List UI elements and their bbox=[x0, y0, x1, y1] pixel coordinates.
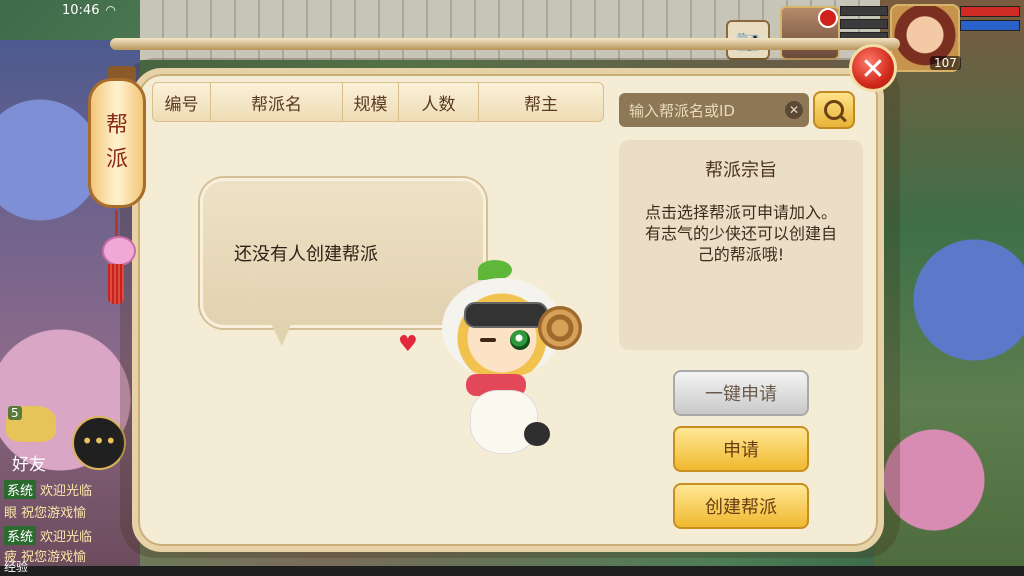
heart-icon: ♥ bbox=[398, 332, 418, 357]
chat-text: 欢迎光临 bbox=[40, 530, 93, 545]
chat-line: 眼 祝您游戏愉 bbox=[4, 502, 86, 521]
status-bar: 10:46 ◠ bbox=[0, 0, 180, 20]
lantern-tassel bbox=[98, 210, 136, 306]
speech-bubble-tail bbox=[270, 322, 292, 346]
chat-text: 欢迎光临 bbox=[40, 484, 93, 499]
col-header-members: 人数 bbox=[399, 83, 479, 121]
lantern-char: 派 bbox=[105, 147, 128, 172]
chat-line: 系统 欢迎光临 bbox=[4, 480, 92, 499]
apply-label: 申请 bbox=[723, 440, 759, 461]
search-button[interactable] bbox=[813, 91, 855, 129]
hp-bar bbox=[960, 6, 1020, 17]
emote-badge: 5 bbox=[8, 406, 22, 420]
search-input[interactable] bbox=[627, 93, 781, 129]
empty-message: 还没有人创建帮派 bbox=[234, 244, 378, 265]
one-key-apply-label: 一键申请 bbox=[705, 384, 777, 405]
clear-icon[interactable]: ✕ bbox=[785, 101, 803, 119]
guild-purpose-title: 帮派宗旨 bbox=[705, 160, 777, 181]
close-icon: ✕ bbox=[860, 52, 886, 87]
col-header-id: 编号 bbox=[153, 83, 211, 121]
chat-tag: 系统 bbox=[4, 480, 37, 499]
panel-top-rail bbox=[110, 38, 900, 50]
player-level: 107 bbox=[930, 56, 961, 70]
mp-bar bbox=[960, 20, 1020, 31]
create-guild-label: 创建帮派 bbox=[705, 497, 777, 518]
col-header-leader: 帮主 bbox=[524, 94, 558, 115]
guild-lantern-tab[interactable]: 帮 派 bbox=[88, 78, 146, 208]
one-key-apply-button[interactable]: 一键申请 bbox=[673, 370, 809, 416]
guild-purpose-card: 帮派宗旨 点击选择帮派可申请加入。有志气的少侠还可以创建自己的帮派哦! bbox=[619, 140, 863, 350]
bottom-bar bbox=[0, 566, 1024, 576]
chat-bubble-icon[interactable]: ••• bbox=[72, 416, 126, 470]
wifi-icon: ◠ bbox=[105, 3, 116, 17]
apply-button[interactable]: 申请 bbox=[673, 426, 809, 472]
player-bars bbox=[960, 6, 1020, 34]
chat-text: 眼 祝您游戏愉 bbox=[4, 506, 87, 521]
sheep-mascot bbox=[420, 260, 590, 480]
chat-line: 系统 欢迎光临 bbox=[4, 526, 92, 545]
chat-tag: 系统 bbox=[4, 526, 37, 545]
search-icon bbox=[824, 100, 844, 120]
lantern-char: 帮 bbox=[105, 113, 128, 138]
guild-purpose-body: 点击选择帮派可申请加入。有志气的少侠还可以创建自己的帮派哦! bbox=[644, 203, 837, 264]
status-time: 10:46 bbox=[62, 3, 100, 18]
friends-label[interactable]: 好友 bbox=[12, 450, 46, 475]
create-guild-button[interactable]: 创建帮派 bbox=[673, 483, 809, 529]
guild-table-header: 编号 帮派名 规模 人数 帮主 bbox=[152, 82, 604, 122]
pet-status-dot bbox=[818, 8, 838, 28]
col-header-scale: 规模 bbox=[343, 83, 399, 121]
close-button[interactable]: ✕ bbox=[849, 44, 897, 92]
exp-label: 经验 bbox=[4, 560, 29, 574]
search-box: ✕ bbox=[619, 93, 809, 129]
col-header-name: 帮派名 bbox=[211, 83, 343, 121]
pig-charm-icon bbox=[102, 236, 136, 266]
